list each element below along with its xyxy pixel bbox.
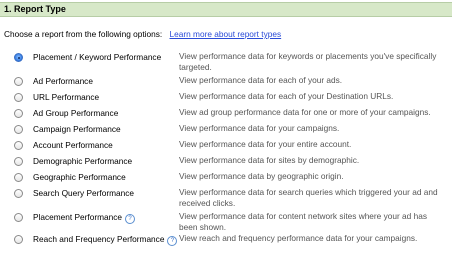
report-type-radio-reach-frequency[interactable] — [14, 235, 23, 244]
option-label: URL Performance — [33, 92, 100, 102]
report-type-radio-url[interactable] — [14, 93, 23, 102]
option-description: View performance data for sites by demog… — [179, 155, 360, 165]
option-label: Reach and Frequency Performance — [33, 234, 165, 244]
report-type-radio-demographic[interactable] — [14, 157, 23, 166]
report-type-radio-campaign[interactable] — [14, 125, 23, 134]
report-type-radio-account[interactable] — [14, 141, 23, 150]
option-label: Campaign Performance — [33, 124, 121, 134]
option-label: Geographic Performance — [33, 172, 126, 182]
option-label: Search Query Performance — [33, 188, 134, 198]
option-description: View performance data for keywords or pl… — [179, 51, 437, 72]
option-label: Demographic Performance — [33, 156, 133, 166]
option-label: Ad Group Performance — [33, 108, 119, 118]
option-label: Placement / Keyword Performance — [33, 52, 162, 62]
report-type-radio-placement[interactable] — [14, 213, 23, 222]
report-option-placement-keyword[interactable]: Placement / Keyword Performance View per… — [0, 51, 453, 72]
option-label: Ad Performance — [33, 76, 93, 86]
report-type-radio-ad[interactable] — [14, 77, 23, 86]
option-description: View ad group performance data for one o… — [179, 107, 431, 117]
report-type-radio-placement-keyword[interactable] — [14, 53, 23, 62]
option-label-wrap: Reach and Frequency Performance? — [33, 234, 178, 246]
option-description: View reach and frequency performance dat… — [179, 233, 418, 243]
report-type-radio-geographic[interactable] — [14, 173, 23, 182]
option-label: Placement Performance — [33, 212, 123, 222]
option-label: Account Performance — [33, 140, 113, 150]
help-icon[interactable]: ? — [167, 236, 178, 246]
option-label-wrap: Placement Performance? — [33, 212, 136, 224]
report-type-radio-search-query[interactable] — [14, 189, 23, 198]
section-title: 1. Report Type — [4, 4, 66, 14]
option-description: View performance data for search queries… — [179, 187, 438, 208]
option-description: View performance data for content networ… — [179, 211, 427, 232]
report-type-radio-ad-group[interactable] — [14, 109, 23, 118]
option-description: View performance data for your entire ac… — [179, 139, 352, 149]
option-description: View performance data for each of your a… — [179, 75, 343, 85]
help-icon[interactable]: ? — [125, 214, 136, 224]
option-description: View performance data by geographic orig… — [179, 171, 344, 181]
learn-more-link[interactable]: Learn more about report types — [170, 29, 282, 39]
option-description: View performance data for your campaigns… — [179, 123, 340, 133]
section-header: 1. Report Type — [0, 2, 452, 17]
intro-line: Choose a report from the following optio… — [4, 29, 281, 39]
report-option-search-query[interactable]: Search Query Performance View performanc… — [0, 187, 453, 208]
report-option-placement[interactable]: Placement Performance? View performance … — [0, 211, 453, 232]
option-description: View performance data for each of your D… — [179, 91, 394, 101]
report-option-reach-frequency[interactable]: Reach and Frequency Performance? View re… — [0, 233, 453, 253]
intro-text: Choose a report from the following optio… — [4, 29, 163, 39]
